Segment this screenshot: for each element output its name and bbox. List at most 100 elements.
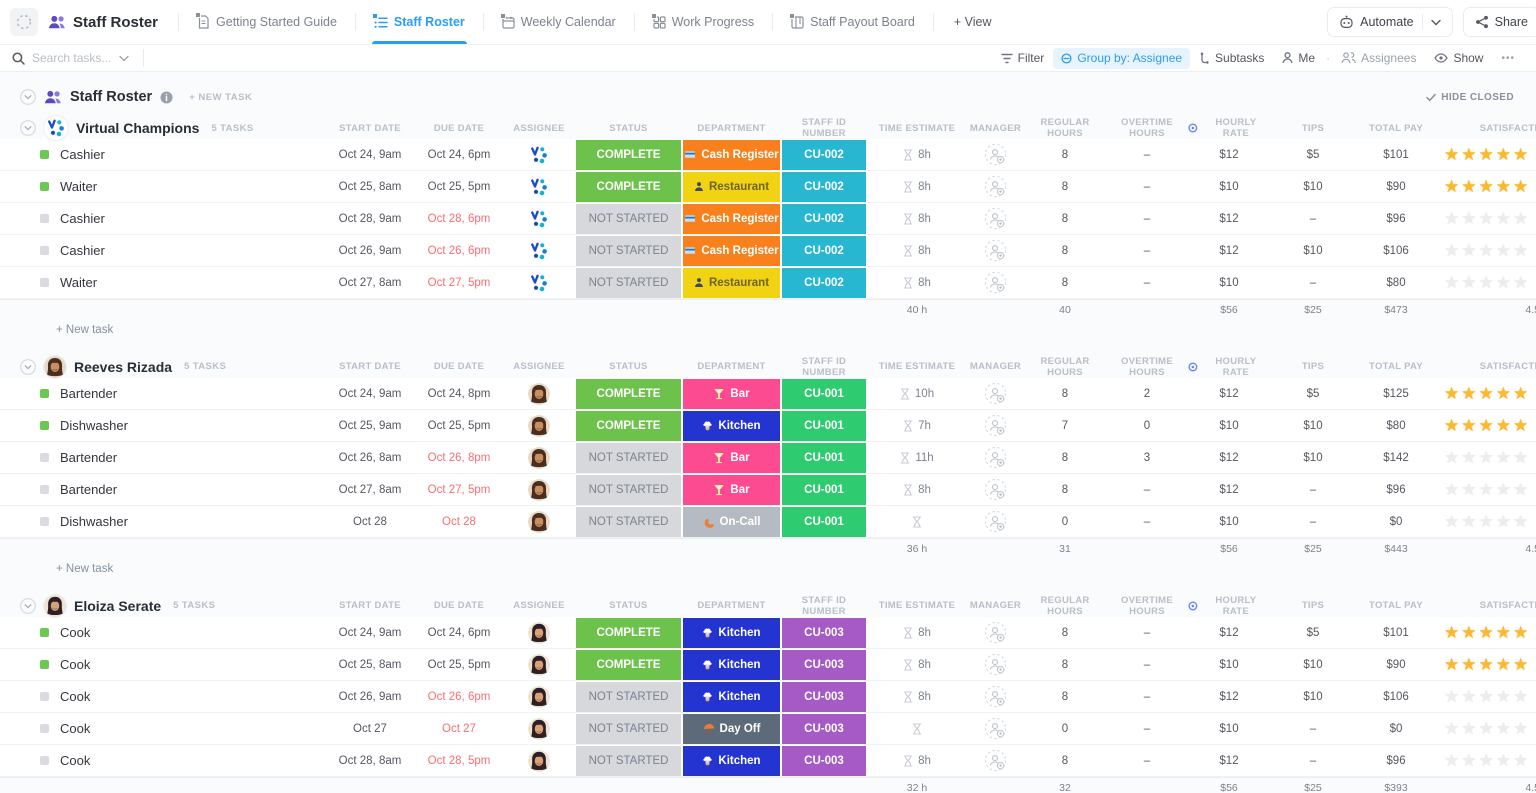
column-header-start-date[interactable]: START DATE xyxy=(325,600,415,611)
start-date[interactable]: Oct 26, 9am xyxy=(325,691,415,703)
task-status-square[interactable] xyxy=(40,182,49,191)
department-cell[interactable]: Kitchen xyxy=(682,681,781,712)
column-header-overtime-hours[interactable]: OVERTIME HOURS xyxy=(1106,117,1188,139)
assignee-avatar[interactable] xyxy=(503,415,575,437)
status-cell[interactable]: COMPLETE xyxy=(575,378,682,409)
task-row[interactable]: Cashier Oct 26, 9am Oct 26, 6pm NOT STAR… xyxy=(0,235,1536,267)
chevron-down-icon[interactable] xyxy=(1431,19,1441,26)
staff-id-pill[interactable]: CU-003 xyxy=(782,714,866,744)
assignee-avatar[interactable] xyxy=(503,718,575,740)
tips[interactable]: $5 xyxy=(1270,627,1356,639)
star-rating-icons[interactable]: ★★★★★ xyxy=(1436,719,1536,739)
department-cell[interactable]: Day Off xyxy=(682,713,781,744)
task-name-cell[interactable]: Waiter xyxy=(0,179,325,194)
task-name[interactable]: Cashier xyxy=(60,147,105,162)
department-pill[interactable]: Kitchen xyxy=(683,650,780,680)
column-header-staff-id-number[interactable]: STAFF ID NUMBER xyxy=(781,595,867,617)
task-name-cell[interactable]: Cashier xyxy=(0,147,325,162)
hourly-rate[interactable]: $10 xyxy=(1188,420,1270,432)
status-pill[interactable]: COMPLETE xyxy=(576,379,681,409)
tips[interactable]: – xyxy=(1270,277,1356,289)
time-estimate[interactable]: 8h xyxy=(867,213,967,225)
group-avatar[interactable] xyxy=(44,595,66,617)
start-date[interactable]: Oct 25, 8am xyxy=(325,181,415,193)
status-pill[interactable]: NOT STARTED xyxy=(576,443,681,473)
hide-closed-toggle[interactable]: HIDE CLOSED xyxy=(1426,92,1514,103)
staff-id-cell[interactable]: CU-002 xyxy=(781,171,867,202)
due-date[interactable]: Oct 25, 5pm xyxy=(415,420,503,432)
tab-weekly-calendar[interactable]: Weekly Calendar xyxy=(490,0,628,44)
department-cell[interactable]: Kitchen xyxy=(682,649,781,680)
hourly-rate[interactable]: $10 xyxy=(1188,723,1270,735)
workspace-spinner-button[interactable] xyxy=(10,8,38,36)
satisfaction-rating[interactable]: ★★★★★ xyxy=(1436,448,1536,468)
filter-button[interactable]: Filter xyxy=(992,51,1054,65)
status-cell[interactable]: NOT STARTED xyxy=(575,235,682,266)
tab-work-progress[interactable]: Work Progress xyxy=(641,0,766,44)
column-header-hourly-rate[interactable]: HOURLY RATE xyxy=(1188,595,1270,617)
due-date[interactable]: Oct 27 xyxy=(415,723,503,735)
manager-placeholder[interactable] xyxy=(967,653,1024,676)
time-estimate[interactable]: 8h xyxy=(867,149,967,161)
satisfaction-rating[interactable]: ★★★★★ xyxy=(1436,273,1536,293)
task-name[interactable]: Cook xyxy=(60,753,90,768)
overtime-hours[interactable]: – xyxy=(1106,484,1188,496)
overtime-hours[interactable]: 0 xyxy=(1106,420,1188,432)
task-name[interactable]: Waiter xyxy=(60,179,97,194)
me-filter-button[interactable]: Me xyxy=(1273,51,1324,65)
start-date[interactable]: Oct 25, 8am xyxy=(325,659,415,671)
hourly-rate[interactable]: $12 xyxy=(1188,484,1270,496)
staff-id-pill[interactable]: CU-002 xyxy=(782,172,866,202)
staff-id-cell[interactable]: CU-002 xyxy=(781,203,867,234)
department-cell[interactable]: Kitchen xyxy=(682,745,781,776)
due-date[interactable]: Oct 28, 6pm xyxy=(415,213,503,225)
department-pill[interactable]: Bar xyxy=(683,443,780,473)
column-header-regular-hours[interactable]: REGULAR HOURS xyxy=(1024,356,1106,378)
tips[interactable]: $10 xyxy=(1270,452,1356,464)
subtasks-button[interactable]: Subtasks xyxy=(1190,51,1273,65)
column-header-satisfaction[interactable]: SATISFACTION xyxy=(1436,600,1536,611)
task-name-cell[interactable]: Cashier xyxy=(0,211,325,226)
group-name[interactable]: Reeves Rizada xyxy=(74,359,172,375)
total-pay[interactable]: $0 xyxy=(1356,516,1436,528)
assignee-avatar[interactable] xyxy=(503,175,575,199)
staff-id-pill[interactable]: CU-003 xyxy=(782,746,866,776)
overtime-hours[interactable]: – xyxy=(1106,149,1188,161)
start-date[interactable]: Oct 26, 8am xyxy=(325,452,415,464)
assignee-avatar[interactable] xyxy=(503,383,575,405)
task-status-square[interactable] xyxy=(40,628,49,637)
group-avatar[interactable] xyxy=(44,116,68,140)
department-cell[interactable]: On-Call xyxy=(682,506,781,537)
group-name[interactable]: Eloiza Serate xyxy=(74,598,161,614)
column-header-manager[interactable]: MANAGER xyxy=(967,123,1024,134)
task-name-cell[interactable]: Cook xyxy=(0,721,325,736)
manager-placeholder[interactable] xyxy=(967,478,1024,501)
staff-id-cell[interactable]: CU-002 xyxy=(781,139,867,170)
section-collapse-chevron-icon[interactable] xyxy=(20,89,36,105)
staff-id-pill[interactable]: CU-001 xyxy=(782,507,866,537)
column-header-staff-id-number[interactable]: STAFF ID NUMBER xyxy=(781,356,867,378)
overtime-hours[interactable]: – xyxy=(1106,277,1188,289)
total-pay[interactable]: $80 xyxy=(1356,420,1436,432)
assignee-avatar[interactable] xyxy=(503,447,575,469)
task-name[interactable]: Bartender xyxy=(60,386,117,401)
satisfaction-rating[interactable]: ★★★★★ xyxy=(1436,751,1536,771)
add-new-task-button[interactable]: + New task xyxy=(0,558,1536,580)
column-header-due-date[interactable]: DUE DATE xyxy=(415,600,503,611)
hourly-rate[interactable]: $12 xyxy=(1188,213,1270,225)
overtime-hours[interactable]: – xyxy=(1106,627,1188,639)
staff-id-cell[interactable]: CU-001 xyxy=(781,442,867,473)
task-row[interactable]: Bartender Oct 26, 8am Oct 26, 8pm NOT ST… xyxy=(0,442,1536,474)
staff-id-cell[interactable]: CU-003 xyxy=(781,713,867,744)
task-status-square[interactable] xyxy=(40,660,49,669)
regular-hours[interactable]: 8 xyxy=(1024,277,1106,289)
status-cell[interactable]: COMPLETE xyxy=(575,171,682,202)
due-date[interactable]: Oct 26, 6pm xyxy=(415,245,503,257)
due-date[interactable]: Oct 24, 6pm xyxy=(415,627,503,639)
star-rating-icons[interactable]: ★★★★★ xyxy=(1436,416,1536,436)
regular-hours[interactable]: 8 xyxy=(1024,245,1106,257)
task-name-cell[interactable]: Cook xyxy=(0,753,325,768)
search-chevron-icon[interactable] xyxy=(119,55,129,62)
staff-id-cell[interactable]: CU-001 xyxy=(781,474,867,505)
due-date[interactable]: Oct 27, 5pm xyxy=(415,277,503,289)
